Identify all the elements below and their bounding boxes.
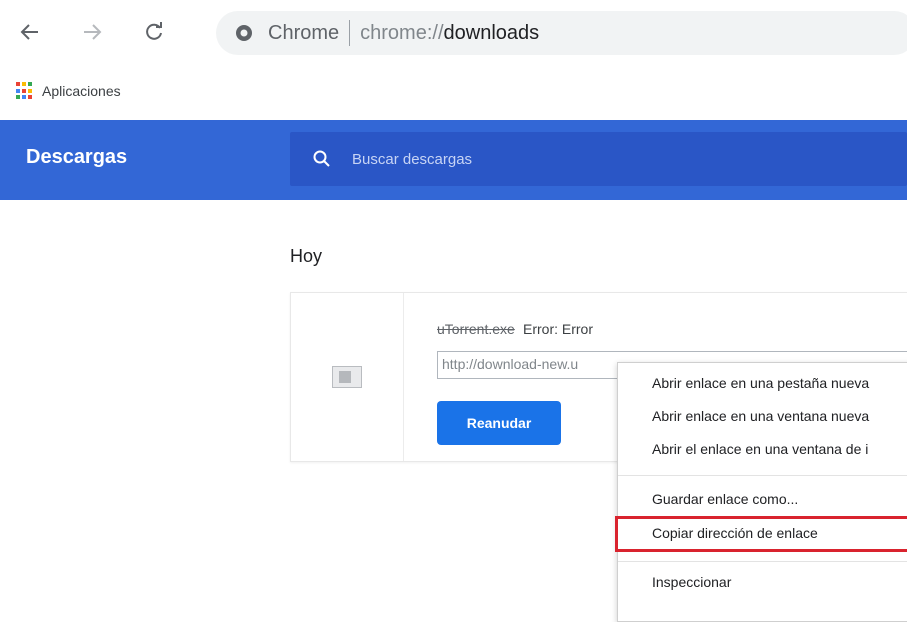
back-button[interactable]: [12, 14, 48, 50]
reload-icon: [146, 22, 162, 40]
file-name-link[interactable]: uTorrent.exe: [437, 321, 515, 337]
reload-button[interactable]: [136, 14, 172, 50]
omnibox-divider: [349, 20, 351, 46]
apps-label: Aplicaciones: [42, 83, 121, 99]
apps-bookmark[interactable]: Aplicaciones: [16, 82, 121, 100]
chrome-icon: [234, 23, 254, 43]
menu-open-new-tab[interactable]: Abrir enlace en una pestaña nueva: [652, 375, 869, 391]
site-name: Chrome: [268, 21, 340, 44]
downloads-header: Descargas Buscar descargas: [0, 120, 907, 200]
apps-grid-icon: [16, 82, 34, 100]
date-heading: Hoy: [290, 246, 323, 266]
download-status: Error: Error: [523, 321, 593, 337]
search-input[interactable]: Buscar descargas: [290, 132, 907, 186]
menu-copy-link-address[interactable]: Copiar dirección de enlace: [652, 525, 818, 541]
bookmarks-bar: Aplicaciones: [0, 66, 907, 120]
file-icon-column: [291, 293, 404, 461]
page-title: Descargas: [26, 146, 128, 168]
arrow-right-icon: [84, 24, 102, 40]
context-menu: Abrir enlace en una pestaña nueva Abrir …: [615, 362, 907, 622]
menu-divider: [618, 561, 907, 562]
menu-open-new-window[interactable]: Abrir enlace en una ventana nueva: [652, 408, 869, 424]
search-placeholder: Buscar descargas: [352, 150, 473, 168]
file-icon: [332, 366, 362, 388]
search-icon: [313, 150, 330, 167]
menu-open-incognito[interactable]: Abrir el enlace en una ventana de i: [652, 441, 868, 457]
menu-inspect[interactable]: Inspeccionar: [652, 574, 731, 590]
browser-toolbar: Chrome chrome://downloads: [0, 0, 907, 66]
menu-divider: [618, 475, 907, 476]
address-bar[interactable]: Chrome chrome://downloads: [216, 11, 907, 55]
url-text: chrome://downloads: [360, 21, 540, 44]
forward-button[interactable]: [74, 14, 110, 50]
arrow-left-icon: [20, 24, 38, 40]
resume-button[interactable]: Reanudar: [437, 401, 561, 445]
menu-save-link-as[interactable]: Guardar enlace como...: [652, 491, 798, 507]
